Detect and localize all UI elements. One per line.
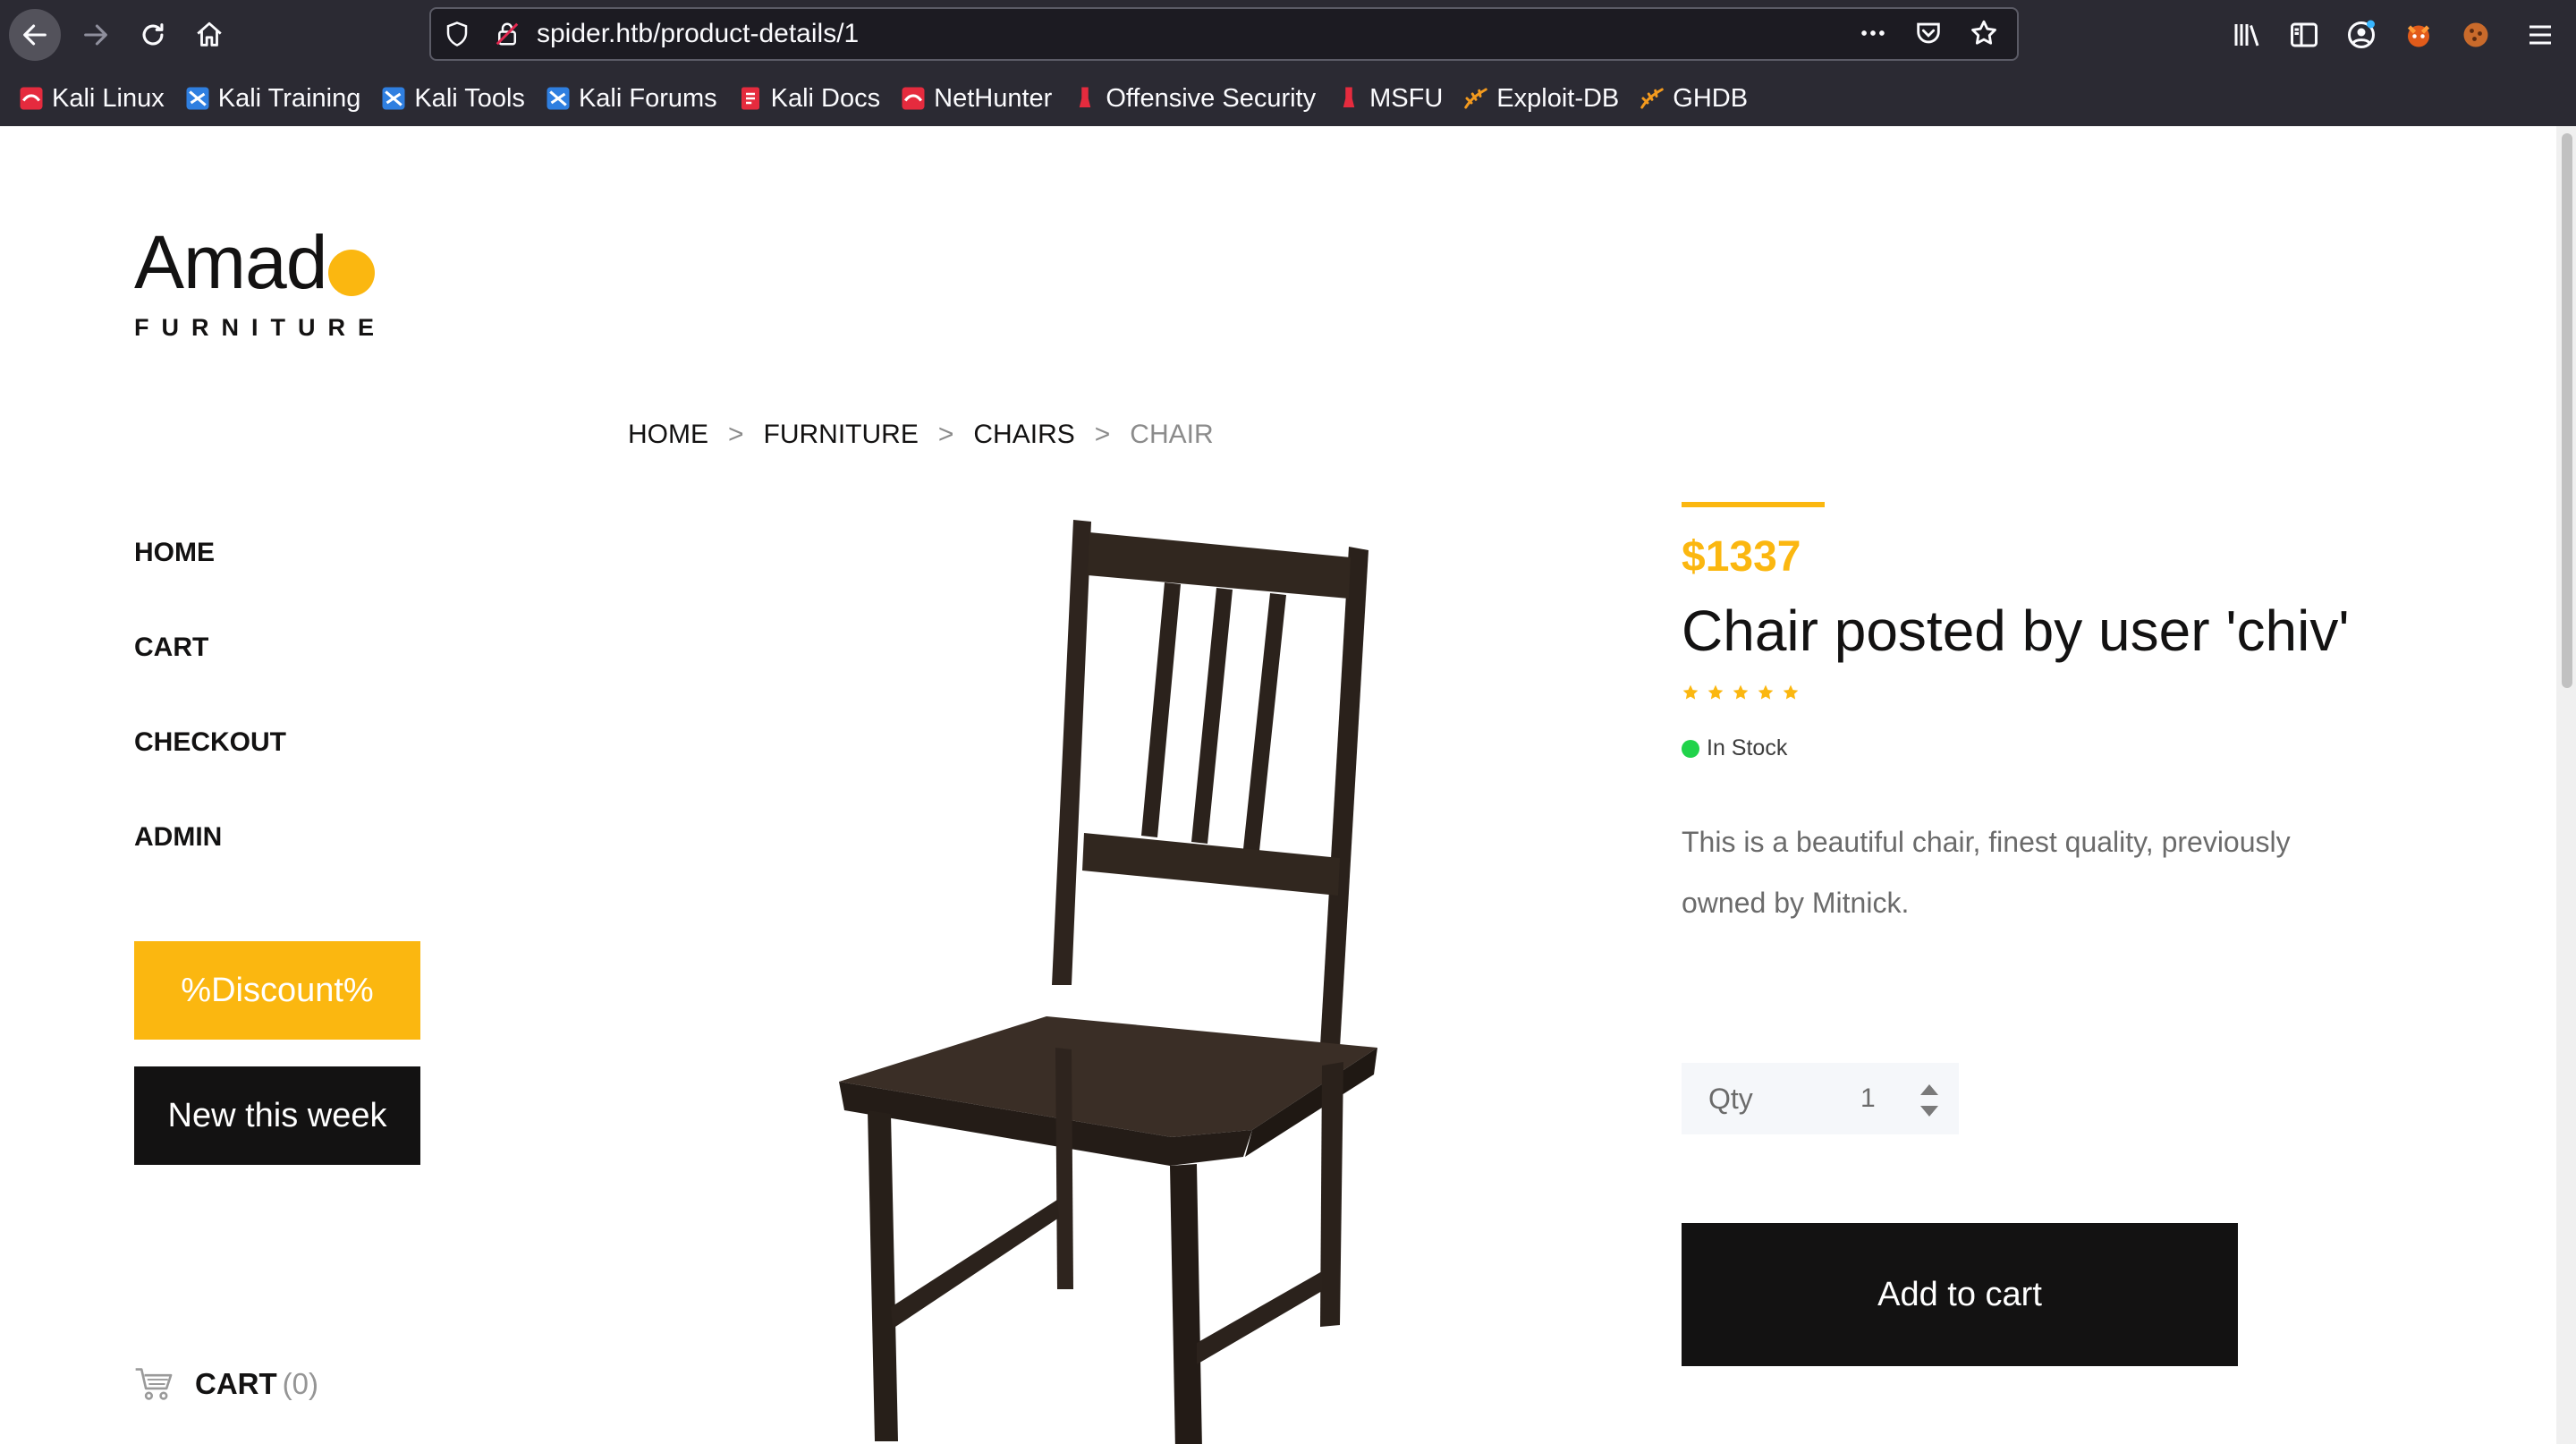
kali-docs-icon — [741, 87, 759, 110]
logo-text: Amad — [134, 220, 327, 304]
home-button[interactable] — [183, 9, 235, 61]
insecure-lock-icon[interactable] — [494, 21, 521, 47]
nethunter-icon — [902, 87, 925, 110]
library-button[interactable] — [2218, 9, 2275, 61]
star-icon — [1682, 684, 1699, 700]
fox-extension-icon — [2407, 25, 2430, 47]
msfu-icon — [1343, 87, 1355, 107]
qty-spinner-icon[interactable] — [1919, 1081, 1940, 1120]
cookie-extension-icon — [2463, 22, 2488, 47]
bookmarks-bar: Kali Linux Kali Training Kali Tools Kali… — [18, 75, 1748, 122]
bookmark-kali-docs[interactable]: Kali Docs — [737, 84, 880, 114]
cart-icon — [135, 1368, 173, 1400]
ghdb-icon — [1640, 88, 1665, 109]
qty-value[interactable]: 1 — [1860, 1063, 1876, 1134]
breadcrumb-separator: > — [728, 420, 744, 449]
breadcrumb: HOME > FURNITURE > CHAIRS > CHAIR — [628, 420, 1214, 450]
extension-button-1[interactable] — [2390, 9, 2447, 61]
bookmark-kali-linux[interactable]: Kali Linux — [18, 84, 165, 114]
product-description: This is a beautiful chair, finest qualit… — [1682, 826, 2291, 919]
bookmark-exploit-db[interactable]: Exploit-DB — [1462, 84, 1619, 114]
kali-forums-icon — [547, 87, 570, 110]
pocket-icon[interactable] — [1913, 18, 1944, 48]
quantity-stepper[interactable]: Qty 1 — [1682, 1063, 1959, 1134]
bookmark-nethunter[interactable]: NetHunter — [900, 84, 1052, 114]
arrow-left-icon — [23, 24, 47, 46]
more-dots-icon[interactable] — [1858, 18, 1888, 48]
site-logo[interactable]: Amad FURNITURE — [134, 225, 386, 342]
price-accent-line — [1682, 502, 1825, 507]
logo-subtitle: FURNITURE — [134, 314, 386, 341]
star-icon — [1758, 684, 1774, 700]
forward-button[interactable] — [70, 9, 122, 61]
discount-button[interactable]: %Discount% — [134, 941, 420, 1040]
menu-button[interactable] — [2504, 9, 2576, 61]
nav-admin[interactable]: ADMIN — [134, 822, 286, 917]
exploit-db-icon — [1464, 88, 1488, 109]
extension-button-2[interactable] — [2447, 9, 2504, 61]
product-title: Chair posted by user 'chiv' — [1682, 599, 2350, 663]
star-bookmark-icon[interactable] — [1969, 18, 1999, 48]
sidebar-toggle-button[interactable] — [2275, 9, 2333, 61]
account-icon — [2348, 20, 2375, 48]
kali-tools-icon — [382, 87, 405, 110]
bookmark-kali-forums[interactable]: Kali Forums — [545, 84, 717, 114]
star-icon — [1783, 684, 1799, 700]
offsec-icon — [1080, 87, 1091, 107]
url-text[interactable]: spider.htb/product-details/1 — [537, 9, 859, 59]
breadcrumb-current: CHAIR — [1130, 420, 1214, 449]
browser-chrome: spider.htb/product-details/1 Kali Linux … — [0, 0, 2576, 126]
breadcrumb-separator: > — [1094, 420, 1111, 449]
breadcrumb-home[interactable]: HOME — [628, 420, 708, 450]
hamburger-menu-icon — [2529, 25, 2551, 45]
add-to-cart-button[interactable]: Add to cart — [1682, 1223, 2238, 1366]
product-image-chair — [839, 520, 1377, 1444]
bookmark-kali-tools[interactable]: Kali Tools — [380, 84, 525, 114]
bookmark-kali-training[interactable]: Kali Training — [184, 84, 360, 114]
new-this-week-button[interactable]: New this week — [134, 1066, 420, 1165]
nav-home[interactable]: HOME — [134, 538, 286, 633]
product-price: $1337 — [1682, 533, 1801, 581]
side-cart-label: CART — [195, 1367, 277, 1400]
arrow-right-icon — [84, 24, 107, 46]
star-icon — [1733, 684, 1749, 700]
library-icon — [2234, 24, 2259, 47]
scrollbar-thumb[interactable] — [2562, 133, 2572, 688]
kali-training-icon — [186, 87, 209, 110]
kali-linux-icon — [20, 87, 43, 110]
shield-icon[interactable] — [444, 21, 470, 47]
side-cart-count: (0) — [282, 1367, 318, 1400]
side-cart-link[interactable]: CART (0) — [134, 1365, 318, 1403]
account-button[interactable] — [2333, 9, 2390, 61]
qty-label: Qty — [1708, 1083, 1753, 1115]
bookmark-offensive-security[interactable]: Offensive Security — [1072, 84, 1316, 114]
breadcrumb-chairs[interactable]: CHAIRS — [973, 420, 1074, 450]
sidebar-icon — [2291, 22, 2318, 47]
breadcrumb-furniture[interactable]: FURNITURE — [764, 420, 919, 450]
page-scrollbar[interactable] — [2556, 126, 2576, 1444]
back-button[interactable] — [9, 9, 61, 61]
product-details: $1337 Chair posted by user 'chiv' In Sto… — [1682, 502, 2397, 933]
nav-checkout[interactable]: CHECKOUT — [134, 727, 286, 822]
home-icon — [197, 21, 222, 47]
nav-cart[interactable]: CART — [134, 633, 286, 727]
logo-dot — [328, 250, 376, 296]
reload-icon — [142, 23, 164, 46]
side-nav: HOME CART CHECKOUT ADMIN — [134, 538, 286, 917]
url-bar[interactable]: spider.htb/product-details/1 — [429, 7, 2019, 61]
bookmark-msfu[interactable]: MSFU — [1335, 84, 1443, 114]
page-content: Amad FURNITURE HOME CART CHECKOUT ADMIN … — [0, 126, 2576, 1444]
in-stock-dot — [1682, 739, 1699, 758]
reload-button[interactable] — [127, 9, 179, 61]
breadcrumb-separator: > — [937, 420, 954, 449]
product-rating — [1682, 684, 2397, 701]
stock-label: In Stock — [1707, 735, 1788, 760]
bookmark-ghdb[interactable]: GHDB — [1639, 84, 1748, 114]
star-icon — [1707, 684, 1724, 700]
stock-status: In Stock — [1682, 735, 2397, 761]
